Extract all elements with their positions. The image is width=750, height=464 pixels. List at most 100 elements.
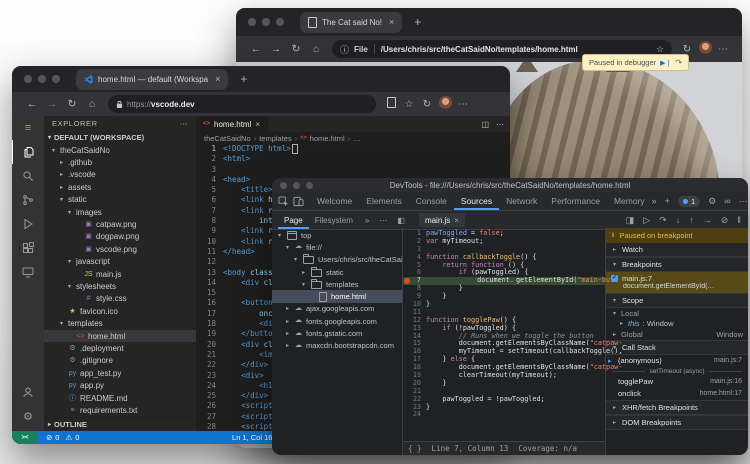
tree-item-file-[interactable]: ▾ ☁ file:// xyxy=(272,241,402,253)
panel-tab-memory[interactable]: Memory xyxy=(607,192,652,210)
line-number[interactable]: 11 xyxy=(196,247,223,257)
resume-script-icon[interactable]: ▷ xyxy=(643,215,650,226)
nav-menu-icon[interactable]: ⋯ xyxy=(375,216,391,225)
vscode-browser-tab[interactable]: home.html — default (Workspa × xyxy=(76,68,229,90)
device-toolbar-icon[interactable] xyxy=(293,196,304,207)
workspace-section-header[interactable]: ▾ DEFAULT (WORKSPACE) xyxy=(44,131,196,144)
home-icon[interactable]: ⌂ xyxy=(82,98,102,110)
line-number[interactable]: 15 xyxy=(196,288,223,298)
line-number[interactable]: 2 xyxy=(196,154,223,164)
breakpoint-checkbox[interactable]: ✓ xyxy=(611,275,618,282)
tree-item-thecatsaidno[interactable]: ▾ theCatSaidNo xyxy=(44,144,196,156)
line-number[interactable]: 6 xyxy=(196,195,223,205)
favorite-star-icon[interactable]: ☆ xyxy=(400,99,418,110)
new-tab-button[interactable]: + xyxy=(414,15,421,29)
pause-on-exceptions-icon[interactable]: ‖ xyxy=(737,215,742,225)
line-number[interactable]: 9 xyxy=(196,226,223,236)
tree-item--gitignore[interactable]: ⚙ .gitignore xyxy=(44,355,196,367)
tree-item-fonts-googleapis-com[interactable]: ▸ ☁ fonts.googleapis.com xyxy=(272,315,402,327)
pretty-print-icon[interactable]: { } xyxy=(408,444,422,453)
tree-item-home-html[interactable]: <> home.html xyxy=(44,329,196,343)
search-icon[interactable] xyxy=(12,164,44,188)
panel-tab-network[interactable]: Network xyxy=(499,192,544,210)
info-icon[interactable]: ⓘ xyxy=(340,43,349,56)
line-number[interactable]: 16 xyxy=(196,298,223,308)
tree-item-favicon-ico[interactable]: ★ favicon.ico xyxy=(44,305,196,317)
sources-code-editor[interactable]: 1 pawToggled = false; 2 var myTimeout; 3 4 fun… xyxy=(403,228,622,455)
tree-item--vscode[interactable]: ▸ .vscode xyxy=(44,169,196,181)
line-number[interactable]: 3 xyxy=(196,165,223,175)
dom-breakpoints-section-header[interactable]: ▸ DOM Breakpoints xyxy=(606,414,748,430)
forward-icon[interactable]: → xyxy=(266,43,286,55)
line-number[interactable]: 26 xyxy=(196,401,223,411)
line-number[interactable]: 5 xyxy=(196,185,223,195)
panel-tab-welcome[interactable]: Welcome xyxy=(310,192,359,210)
line-number[interactable]: 23 xyxy=(196,371,223,381)
close-tab-icon[interactable]: × xyxy=(389,17,394,27)
nav-tab-page[interactable]: Page xyxy=(278,211,309,229)
step-over-icon[interactable]: ↷ xyxy=(675,58,682,67)
tree-item-ajax-googleapis-com[interactable]: ▸ ☁ ajax.googleapis.com xyxy=(272,303,402,315)
explorer-icon[interactable] xyxy=(12,140,45,164)
cat-browser-tab[interactable]: The Cat said No! × xyxy=(300,11,403,33)
home-icon[interactable]: ⌂ xyxy=(306,43,326,55)
line-number[interactable]: 12 xyxy=(196,257,223,267)
callstack-section-header[interactable]: ▾ Call Stack xyxy=(606,339,748,355)
close-tab-icon[interactable]: × xyxy=(215,74,220,84)
tree-item-app-py[interactable]: py app.py xyxy=(44,379,196,391)
source-control-icon[interactable] xyxy=(12,188,44,212)
link-icon[interactable]: ∞ xyxy=(724,196,730,206)
tree-item-images[interactable]: ▾ images xyxy=(44,206,196,218)
toggle-debugger-sidebar-icon[interactable]: ◨ xyxy=(626,215,635,226)
more-panels-icon[interactable]: » xyxy=(652,196,657,206)
tree-item-readme-md[interactable]: ⓘ README.md xyxy=(44,392,196,404)
breadcrumb-part[interactable]: theCatSaidNo xyxy=(204,134,251,143)
nav-tab-filesystem[interactable]: Filesystem xyxy=(309,211,359,229)
tree-item-dogpaw-png[interactable]: ▣ dogpaw.png xyxy=(44,231,196,243)
tree-item-templates[interactable]: ▾ templates xyxy=(44,317,196,329)
breadcrumb-part[interactable]: … xyxy=(353,134,361,143)
tree-item-static[interactable]: ▾ static xyxy=(44,194,196,206)
line-number[interactable]: 10 xyxy=(196,237,223,247)
tree-item-vscode-png[interactable]: ▣ vscode.png xyxy=(44,243,196,255)
step-icon[interactable]: → xyxy=(703,215,712,225)
editor-tab-home-html[interactable]: <> home.html × xyxy=(196,116,269,132)
line-number[interactable]: 21 xyxy=(196,350,223,360)
tree-item-top[interactable]: ▾ top xyxy=(272,229,402,241)
tree-item-stylesheets[interactable]: ▾ stylesheets xyxy=(44,280,196,292)
line-number[interactable]: 22 xyxy=(196,360,223,370)
resume-script-icon[interactable]: ▶❘ xyxy=(660,59,671,67)
more-menu-icon[interactable]: ⋯ xyxy=(454,99,472,110)
scope-section-header[interactable]: ▾ Scope xyxy=(606,293,748,308)
document-icon[interactable] xyxy=(382,97,400,111)
issues-badge[interactable]: 1 xyxy=(677,195,701,207)
extensions-icon[interactable] xyxy=(12,236,44,260)
tree-item-catpaw-png[interactable]: ▣ catpaw.png xyxy=(44,218,196,230)
line-number[interactable]: 1 xyxy=(196,144,223,154)
call-stack-frame[interactable]: onclick home.html:17 xyxy=(606,388,748,400)
add-panel-icon[interactable]: + xyxy=(665,196,670,206)
close-editor-tab-icon[interactable]: × xyxy=(255,120,260,129)
favorite-star-icon[interactable]: ☆ xyxy=(656,44,664,55)
watch-section-header[interactable]: ▸ Watch xyxy=(606,243,748,257)
tree-item-style-css[interactable]: # style.css xyxy=(44,293,196,305)
line-number[interactable]: 4 xyxy=(403,253,426,262)
panel-tab-elements[interactable]: Elements xyxy=(359,192,408,210)
nav-more-icon[interactable]: » xyxy=(361,216,373,225)
line-number[interactable]: 14 xyxy=(196,278,223,288)
account-icon[interactable] xyxy=(12,380,44,404)
line-number[interactable]: 13 xyxy=(196,268,223,278)
traffic-lights[interactable] xyxy=(24,75,60,83)
step-into-icon[interactable]: ↓ xyxy=(676,215,681,225)
tree-item--deployment[interactable]: ⚙ .deployment xyxy=(44,342,196,354)
tree-item-static[interactable]: ▸ static xyxy=(272,266,402,278)
tree-item-assets[interactable]: ▸ assets xyxy=(44,181,196,193)
line-number[interactable]: 17 xyxy=(196,309,223,319)
back-icon[interactable]: ← xyxy=(22,98,42,110)
breakpoints-section-header[interactable]: ▾ Breakpoints xyxy=(606,257,748,272)
remote-explorer-icon[interactable] xyxy=(12,260,44,284)
profile-avatar[interactable] xyxy=(436,96,454,112)
deactivate-breakpoints-icon[interactable]: ⊘ xyxy=(721,215,729,226)
reload-icon[interactable]: ↻ xyxy=(62,98,82,110)
tree-item--github[interactable]: ▸ .github xyxy=(44,156,196,168)
